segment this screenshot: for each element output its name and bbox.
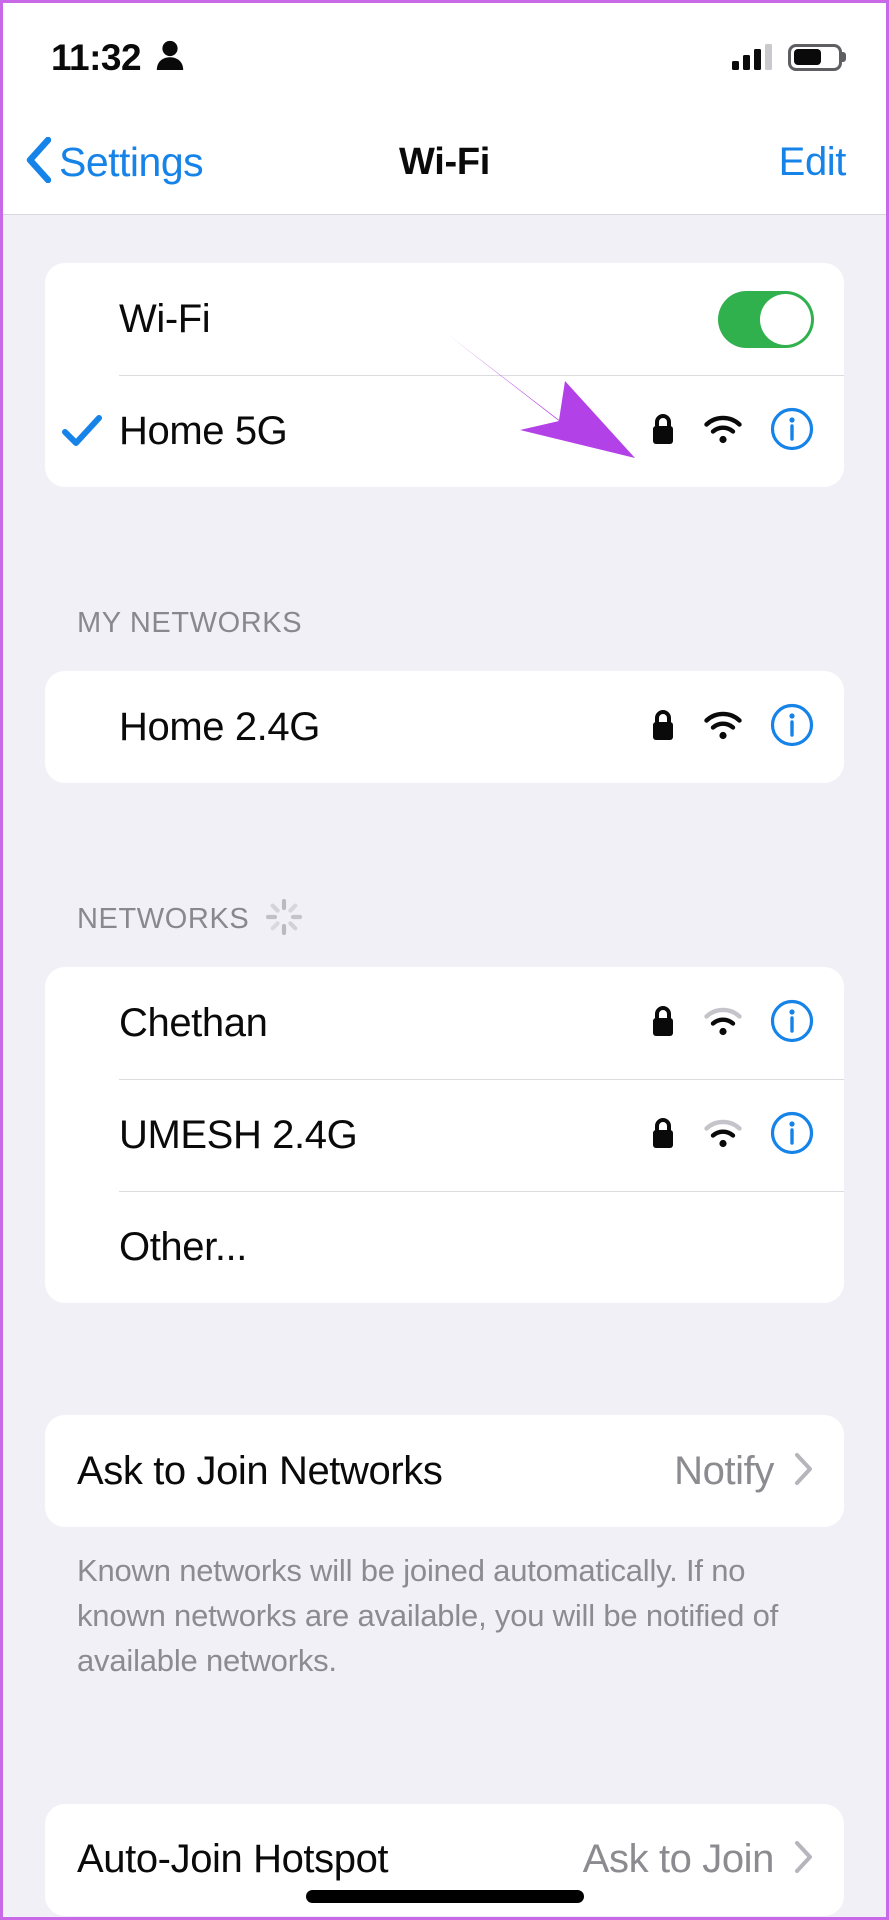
networks-card: Chethan UMESH 2.4G Other... (45, 967, 844, 1303)
chevron-right-icon (794, 1840, 814, 1879)
wifi-toggle-label: Wi-Fi (119, 296, 211, 341)
checkmark-icon (45, 415, 119, 447)
settings-content: Wi-Fi Home 5G MY NETWORKS Home 2.4G NETW… (3, 215, 886, 1917)
home-indicator (305, 1890, 584, 1903)
page-title: Wi-Fi (398, 141, 490, 183)
info-circle-icon[interactable] (770, 407, 814, 456)
network-row-home-24g[interactable]: Home 2.4G (45, 671, 844, 783)
connected-network-name: Home 5G (119, 408, 288, 453)
wifi-signal-icon (702, 413, 744, 450)
my-networks-header-label: MY NETWORKS (77, 606, 303, 639)
navigation-bar: Settings Wi-Fi Edit (3, 111, 886, 215)
other-network-label: Other... (119, 1224, 247, 1269)
wifi-toggle-row[interactable]: Wi-Fi (45, 263, 844, 375)
status-bar-left: 11:32 (51, 39, 185, 76)
network-name: Chethan (119, 1000, 268, 1045)
wifi-signal-icon (702, 709, 744, 746)
auto-join-hotspot-value: Ask to Join (582, 1837, 775, 1882)
ask-to-join-label: Ask to Join Networks (77, 1448, 443, 1493)
network-name: UMESH 2.4G (119, 1112, 358, 1157)
person-icon (155, 39, 185, 76)
ask-to-join-card: Ask to Join Networks Notify (45, 1415, 844, 1527)
network-row-icons (650, 703, 814, 752)
toggle-knob (760, 293, 811, 345)
lock-icon (650, 1116, 676, 1155)
status-bar: 11:32 (3, 3, 886, 111)
info-circle-icon[interactable] (770, 703, 814, 752)
lock-icon (650, 708, 676, 747)
networks-header: NETWORKS (3, 871, 886, 967)
lock-icon (650, 1004, 676, 1043)
wifi-card: Wi-Fi Home 5G (45, 263, 844, 487)
phone-screen: 11:32 Settings Wi-Fi Edit Wi-Fi Home 5G … (0, 0, 889, 1920)
ask-to-join-row[interactable]: Ask to Join Networks Notify (45, 1415, 844, 1527)
other-network-row[interactable]: Other... (45, 1191, 844, 1303)
status-bar-clock: 11:32 (51, 36, 142, 78)
network-row-chethan[interactable]: Chethan (45, 967, 844, 1079)
status-bar-right (732, 43, 842, 71)
info-circle-icon[interactable] (770, 1111, 814, 1160)
wifi-toggle-switch[interactable] (718, 290, 814, 348)
networks-header-label: NETWORKS (77, 902, 250, 935)
edit-button[interactable]: Edit (779, 140, 847, 185)
network-row-icons (650, 999, 814, 1048)
my-networks-card: Home 2.4G (45, 671, 844, 783)
connected-network-row[interactable]: Home 5G (45, 375, 844, 487)
wifi-signal-icon (702, 1117, 744, 1154)
info-circle-icon[interactable] (770, 999, 814, 1048)
ask-to-join-value: Notify (674, 1448, 774, 1493)
battery-icon (788, 43, 842, 71)
ask-to-join-footer: Known networks will be joined automatica… (77, 1553, 779, 1678)
lock-icon (650, 412, 676, 451)
chevron-right-icon (794, 1452, 814, 1491)
my-networks-header: MY NETWORKS (3, 575, 886, 671)
activity-spinner-icon (265, 898, 303, 941)
auto-join-hotspot-label: Auto-Join Hotspot (77, 1837, 389, 1882)
network-row-umesh-24g[interactable]: UMESH 2.4G (45, 1079, 844, 1191)
network-name: Home 2.4G (119, 704, 320, 749)
wifi-signal-icon (702, 1005, 744, 1042)
connected-network-icons (650, 407, 814, 456)
cellular-signal-icon (732, 44, 772, 70)
network-row-icons (650, 1111, 814, 1160)
